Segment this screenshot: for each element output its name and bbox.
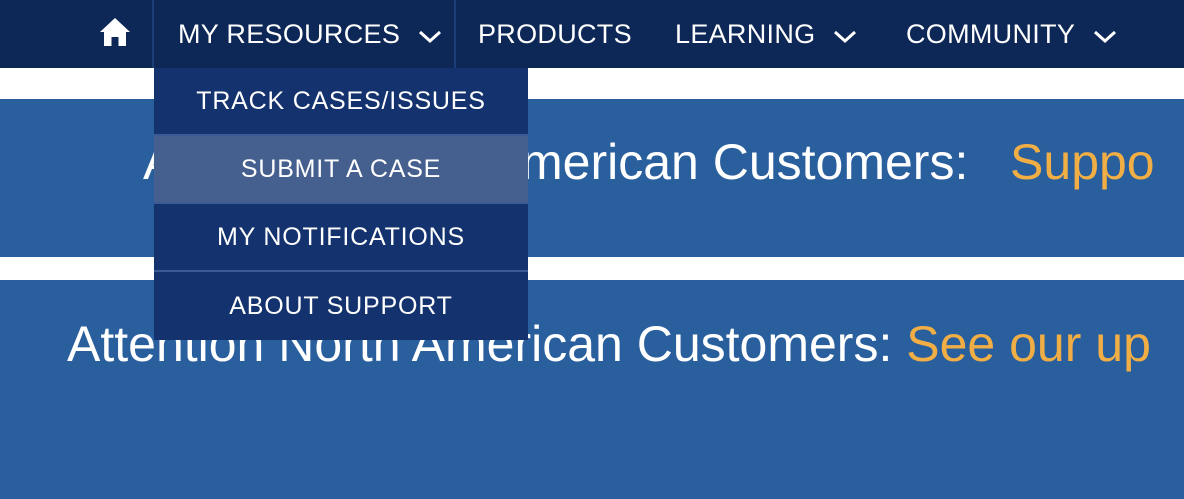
nav-learning[interactable]: LEARNING — [675, 0, 857, 68]
nav-community-label: COMMUNITY — [906, 18, 1076, 49]
banner-link[interactable]: See our up — [906, 316, 1151, 372]
nav-divider — [152, 0, 154, 68]
nav-divider — [454, 0, 456, 68]
top-navbar: MY RESOURCES PRODUCTS LEARNING COMMUNITY — [0, 0, 1184, 68]
nav-my-resources[interactable]: MY RESOURCES — [178, 0, 442, 68]
menu-item-label: TRACK CASES/ISSUES — [196, 86, 486, 115]
menu-item-track-cases[interactable]: TRACK CASES/ISSUES — [154, 68, 528, 136]
chevron-down-icon — [1093, 20, 1117, 51]
banner-link[interactable]: Suppo — [1010, 134, 1155, 190]
menu-item-label: MY NOTIFICATIONS — [217, 222, 465, 251]
menu-item-label: SUBMIT A CASE — [240, 154, 442, 183]
nav-my-resources-label: MY RESOURCES — [178, 18, 401, 49]
home-icon — [99, 17, 131, 52]
nav-community[interactable]: COMMUNITY — [906, 0, 1117, 68]
nav-learning-label: LEARNING — [675, 18, 816, 49]
home-button[interactable] — [78, 0, 152, 68]
menu-item-submit-case[interactable]: SUBMIT A CASE — [154, 136, 528, 204]
my-resources-dropdown: TRACK CASES/ISSUES SUBMIT A CASE MY NOTI… — [154, 68, 528, 340]
nav-products-label: PRODUCTS — [478, 18, 632, 49]
chevron-down-icon — [418, 20, 442, 51]
menu-item-my-notifications[interactable]: MY NOTIFICATIONS — [154, 204, 528, 272]
menu-item-about-support[interactable]: ABOUT SUPPORT — [154, 272, 528, 340]
menu-item-label: ABOUT SUPPORT — [229, 291, 453, 320]
nav-products[interactable]: PRODUCTS — [478, 0, 632, 68]
chevron-down-icon — [833, 20, 857, 51]
